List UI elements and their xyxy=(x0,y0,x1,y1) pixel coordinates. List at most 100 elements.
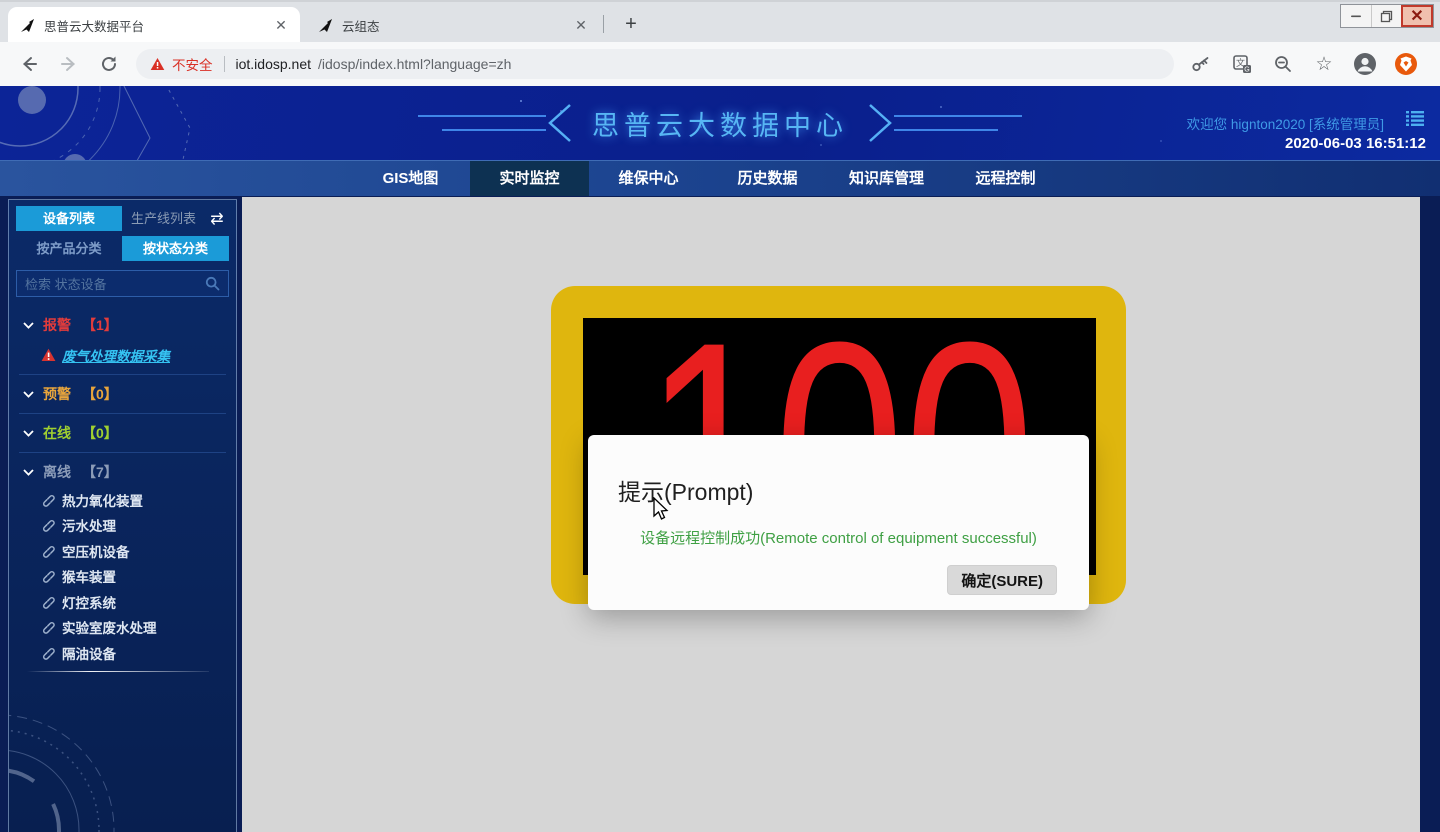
address-separator xyxy=(224,56,225,72)
group-count: 【7】 xyxy=(82,462,118,482)
browser-extension-icon[interactable] xyxy=(1393,51,1419,77)
offline-link-icon xyxy=(41,518,55,532)
device-sidebar: 设备列表 生产线列表 ⇄ 按产品分类 按状态分类 检索 状态设备 报警 【1】 xyxy=(8,199,237,832)
nav-item-gis[interactable]: GIS地图 xyxy=(351,161,470,197)
window-close-button[interactable]: ✕ xyxy=(1401,5,1433,27)
translate-icon[interactable]: 文G xyxy=(1229,51,1255,77)
tab-by-product[interactable]: 按产品分类 xyxy=(16,236,122,261)
chevron-down-icon xyxy=(23,391,34,398)
window-controls: ✕ xyxy=(1340,4,1434,28)
profile-avatar-icon[interactable] xyxy=(1352,51,1378,77)
title-flank-right xyxy=(862,101,1022,145)
prompt-dialog: 提示(Prompt) 设备远程控制成功(Remote control of eq… xyxy=(588,435,1089,610)
app-header: 思普云大数据中心 欢迎您 hignton2020 [系统管理员] 2020-06… xyxy=(0,86,1440,160)
chevron-down-icon xyxy=(23,430,34,437)
tree-group-alarm[interactable]: 报警 【1】 xyxy=(9,310,236,340)
device-item[interactable]: 实验室废水处理 xyxy=(9,615,236,641)
tree-group-warning[interactable]: 预警 【0】 xyxy=(9,379,236,409)
browser-tabstrip: 思普云大数据平台 ✕ 云组态 ✕ + ✕ xyxy=(0,0,1440,42)
device-item-label[interactable]: 实验室废水处理 xyxy=(62,617,157,637)
device-item[interactable]: 热力氧化装置 xyxy=(9,487,236,513)
device-item[interactable]: 隔油设备 xyxy=(9,640,236,666)
device-item-label[interactable]: 热力氧化装置 xyxy=(62,490,143,510)
not-secure-warning-icon xyxy=(150,57,165,71)
sidebar-divider-glow xyxy=(27,671,209,672)
tab-close-icon[interactable]: ✕ xyxy=(572,17,590,35)
content-area: 100 提示(Prompt) 设备远程控制成功(Remote control o… xyxy=(242,197,1420,832)
device-item-label[interactable]: 隔油设备 xyxy=(62,643,116,663)
tree-divider xyxy=(19,374,226,375)
group-count: 【0】 xyxy=(82,423,118,443)
tree-group-online[interactable]: 在线 【0】 xyxy=(9,418,236,448)
nav-item-realtime[interactable]: 实时监控 xyxy=(470,161,589,197)
browser-tab-1[interactable]: 思普云大数据平台 ✕ xyxy=(8,7,300,44)
address-bar[interactable]: 不安全 iot.idosp.net/idosp/index.html?langu… xyxy=(136,49,1174,79)
search-placeholder: 检索 状态设备 xyxy=(25,274,205,293)
nav-item-maintenance[interactable]: 维保中心 xyxy=(589,161,708,197)
site-favicon-icon xyxy=(20,18,36,34)
tab-close-icon[interactable]: ✕ xyxy=(272,17,290,35)
device-item-label[interactable]: 污水处理 xyxy=(62,515,116,535)
nav-item-history[interactable]: 历史数据 xyxy=(708,161,827,197)
device-item-label[interactable]: 猴车装置 xyxy=(62,566,116,586)
group-label: 预警 xyxy=(43,384,71,404)
screen: 思普云大数据平台 ✕ 云组态 ✕ + ✕ xyxy=(0,0,1440,832)
bookmark-star-icon[interactable]: ☆ xyxy=(1311,51,1337,77)
password-key-icon[interactable] xyxy=(1188,51,1214,77)
reload-button[interactable] xyxy=(96,51,122,77)
url-path[interactable]: /idosp/index.html?language=zh xyxy=(318,56,511,72)
group-count: 【0】 xyxy=(82,384,118,404)
offline-link-icon xyxy=(41,620,55,634)
tab-production-line-list[interactable]: 生产线列表 xyxy=(122,206,205,231)
tab-title: 云组态 xyxy=(342,16,564,35)
device-item-label[interactable]: 废气处理数据采集 xyxy=(62,345,170,365)
group-count: 【1】 xyxy=(82,315,118,335)
chevron-down-icon xyxy=(23,469,34,476)
device-item[interactable]: 灯控系统 xyxy=(9,589,236,615)
device-item-label[interactable]: 灯控系统 xyxy=(62,592,116,612)
welcome-user-label: 欢迎您 hignton2020 [系统管理员] xyxy=(1187,113,1384,133)
nav-item-remote[interactable]: 远程控制 xyxy=(946,161,1065,197)
tree-group-offline[interactable]: 离线 【7】 xyxy=(9,457,236,487)
tab-separator xyxy=(603,15,604,33)
device-item-label[interactable]: 空压机设备 xyxy=(62,541,130,561)
chevron-down-icon xyxy=(23,322,34,329)
main-nav: GIS地图 实时监控 维保中心 历史数据 知识库管理 远程控制 xyxy=(0,160,1440,196)
offline-link-icon xyxy=(41,569,55,583)
url-host[interactable]: iot.idosp.net xyxy=(236,56,312,72)
nav-item-knowledge[interactable]: 知识库管理 xyxy=(827,161,946,197)
security-warning-label[interactable]: 不安全 xyxy=(172,54,213,74)
browser-tab-2[interactable]: 云组态 ✕ xyxy=(306,7,600,44)
device-item[interactable]: 猴车装置 xyxy=(9,564,236,590)
offline-link-icon xyxy=(41,544,55,558)
menu-list-icon[interactable] xyxy=(1406,111,1424,131)
group-label: 在线 xyxy=(43,423,71,443)
device-item[interactable]: 污水处理 xyxy=(9,513,236,539)
new-tab-button[interactable]: + xyxy=(618,11,644,37)
window-minimize-button[interactable] xyxy=(1341,5,1371,27)
device-search-input[interactable]: 检索 状态设备 xyxy=(16,270,229,297)
app-title: 思普云大数据中心 xyxy=(592,104,848,143)
group-label: 离线 xyxy=(43,462,71,482)
sidebar-decoration xyxy=(8,690,179,832)
search-icon[interactable] xyxy=(205,276,220,291)
alarm-warning-icon xyxy=(41,348,56,362)
device-status-tree: 报警 【1】 废气处理数据采集 预警 【0】 在线 【0】 xyxy=(9,310,236,666)
tab-by-status[interactable]: 按状态分类 xyxy=(122,236,229,261)
browser-toolbar: 不安全 iot.idosp.net/idosp/index.html?langu… xyxy=(0,42,1440,86)
dialog-ok-button[interactable]: 确定(SURE) xyxy=(947,565,1057,595)
device-item[interactable]: 空压机设备 xyxy=(9,538,236,564)
zoom-out-icon[interactable] xyxy=(1270,51,1296,77)
page-body: 设备列表 生产线列表 ⇄ 按产品分类 按状态分类 检索 状态设备 报警 【1】 xyxy=(0,196,1440,832)
window-restore-button[interactable] xyxy=(1371,5,1401,27)
svg-text:G: G xyxy=(1244,66,1249,73)
forward-button[interactable] xyxy=(56,51,82,77)
device-item-alarm[interactable]: 废气处理数据采集 xyxy=(9,340,236,370)
tree-divider xyxy=(19,413,226,414)
back-button[interactable] xyxy=(16,51,42,77)
swap-view-icon[interactable]: ⇄ xyxy=(205,209,229,229)
tab-title: 思普云大数据平台 xyxy=(44,16,264,35)
tab-device-list[interactable]: 设备列表 xyxy=(16,206,122,231)
offline-link-icon xyxy=(41,595,55,609)
site-favicon-icon xyxy=(318,18,334,34)
